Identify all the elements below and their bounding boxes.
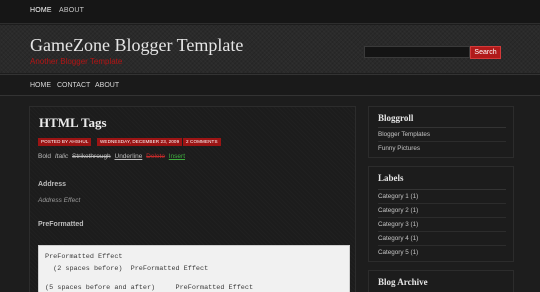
nav-link-home[interactable]: HOME: [30, 82, 51, 89]
main-navigation: HOME CONTACT ABOUT: [0, 74, 540, 96]
delete-sample: Delete: [146, 153, 165, 160]
post-comments-badge[interactable]: 2 COMMENTS: [183, 138, 221, 146]
blogroll-link[interactable]: Blogger Templates: [378, 128, 506, 142]
formatting-sample-line: Bold Italic Strikethrough Underline Dele…: [38, 153, 187, 160]
preformatted-line: PreFormatted Effect: [45, 253, 123, 261]
search-button[interactable]: Search: [470, 46, 501, 59]
topbar-link-home[interactable]: HOME: [30, 7, 52, 14]
site-header: GameZone Blogger Template Another Blogge…: [0, 25, 540, 73]
archive-widget: Blog Archive: [368, 270, 514, 292]
labels-widget: Labels Category 1 (1) Category 2 (1) Cat…: [368, 166, 514, 262]
preformatted-line: (2 spaces before) PreFormatted Effect: [45, 265, 209, 273]
archive-title: Blog Archive: [378, 277, 428, 287]
address-heading: Address: [38, 181, 67, 188]
insert-sample: Insert: [168, 153, 186, 160]
top-navigation-bar: HOME ABOUT: [0, 0, 540, 24]
search-input[interactable]: [364, 46, 470, 58]
blog-post: HTML Tags POSTED BY AHSHUL WEDNESDAY, DE…: [29, 106, 356, 292]
preformatted-heading: PreFormatted: [38, 221, 84, 228]
labels-title: Labels: [378, 173, 404, 183]
bold-sample: Bold: [38, 153, 52, 160]
address-text: Address Effect: [38, 197, 81, 204]
label-link[interactable]: Category 3 (1): [378, 218, 506, 232]
preformatted-line: (5 spaces before and after) PreFormatted…: [45, 284, 254, 292]
underline-sample: Underline: [114, 153, 143, 160]
label-link[interactable]: Category 1 (1): [378, 190, 506, 204]
label-link[interactable]: Category 5 (1): [378, 246, 506, 260]
strikethrough-sample: Strikethrough: [72, 153, 111, 160]
nav-link-about[interactable]: ABOUT: [95, 82, 119, 89]
topbar-link-about[interactable]: ABOUT: [59, 7, 84, 14]
site-description: Another Blogger Template: [30, 57, 123, 66]
label-link[interactable]: Category 2 (1): [378, 204, 506, 218]
nav-link-contact[interactable]: CONTACT: [57, 82, 90, 89]
post-title[interactable]: HTML Tags: [39, 115, 107, 131]
label-link[interactable]: Category 4 (1): [378, 232, 506, 246]
post-author-badge[interactable]: POSTED BY AHSHUL: [38, 138, 92, 146]
blogroll-title: Bloggroll: [378, 113, 414, 123]
post-date-badge: WEDNESDAY, DECEMBER 23, 2009: [97, 138, 183, 146]
blogroll-widget: Bloggroll Blogger Templates Funny Pictur…: [368, 106, 514, 158]
italic-sample: Italic: [54, 153, 69, 160]
preformatted-block: PreFormatted Effect (2 spaces before) Pr…: [38, 245, 350, 292]
blogroll-link[interactable]: Funny Pictures: [378, 142, 506, 156]
site-title[interactable]: GameZone Blogger Template: [30, 35, 243, 56]
